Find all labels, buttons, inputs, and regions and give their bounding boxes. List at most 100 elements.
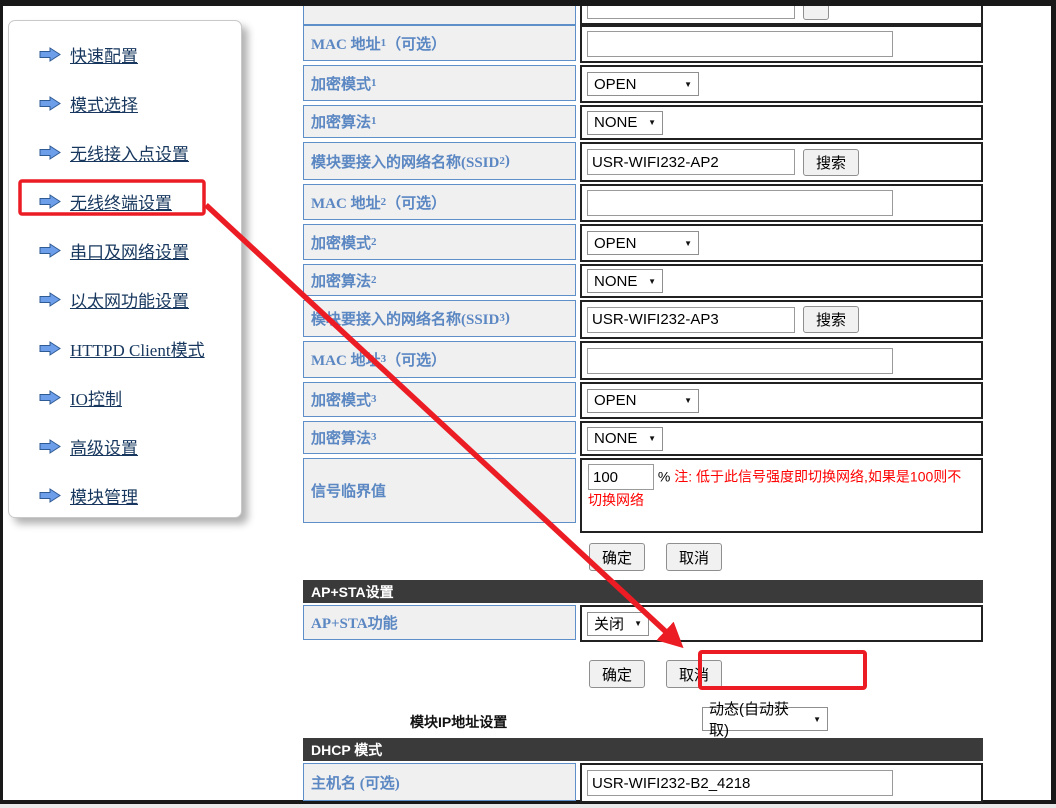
ip-mode-select[interactable]: 动态(自动获取) ▼ [702,707,828,731]
mac1-input[interactable] [587,31,893,57]
field-value-cell [580,25,983,63]
arrow-right-icon [39,341,61,356]
encryption-algo3-select[interactable]: NONE ▼ [587,427,663,451]
ssid1-input[interactable] [587,6,795,19]
hostname-input[interactable] [587,770,893,796]
sidebar-item-label: 以太网功能设置 [70,287,189,312]
search-button[interactable]: 搜索 [803,306,859,333]
chevron-down-icon: ▼ [648,277,656,286]
label-text: 加密模式 [311,73,371,94]
sidebar-menu: 快速配置 模式选择 无线接入点设置 无线终端设置 串口及网络设置 以太网功能设置 [9,21,241,520]
table-row: 加密算法1 NONE ▼ [303,105,983,140]
ip-mode-row: 模块IP地址设置 动态(自动获取) ▼ [303,704,983,736]
arrow-right-icon [39,390,61,405]
label-subscript: 2 [371,237,377,248]
field-label: 加密模式2 [303,224,576,260]
select-value: NONE [594,273,637,290]
encryption-mode2-select[interactable]: OPEN ▼ [587,231,699,255]
select-value: OPEN [594,76,637,93]
ssid3-input[interactable] [587,307,795,333]
cancel-button[interactable]: 取消 [666,543,722,571]
window-border-right [1051,0,1056,804]
main-content: MAC 地址1（可选） 加密模式1 OPEN ▼ 加密算法1 NONE ▼ [303,6,983,808]
field-label: 加密模式1 [303,65,576,101]
label-subscript: 3 [371,394,377,405]
sidebar-item-quick-config[interactable]: 快速配置 [39,30,241,79]
sidebar-item-httpd-client[interactable]: HTTPD Client模式 [39,324,241,373]
field-value-cell: NONE ▼ [580,264,983,298]
label-suffix: ) [505,310,510,327]
apsta-function-select[interactable]: 关闭 ▼ [587,612,649,636]
label-text: MAC 地址 [311,33,381,54]
label-suffix: （可选） [386,192,446,213]
field-value-cell: NONE ▼ [580,421,983,456]
arrow-right-icon [39,145,61,160]
encryption-mode1-select[interactable]: OPEN ▼ [587,72,699,96]
table-row: MAC 地址1（可选） [303,25,983,63]
table-row: 加密模式3 OPEN ▼ [303,382,983,419]
select-value: OPEN [594,392,637,409]
mac3-input[interactable] [587,348,893,374]
ssid2-input[interactable] [587,149,795,175]
signal-threshold-input[interactable] [588,464,654,490]
encryption-algo2-select[interactable]: NONE ▼ [587,269,663,293]
sidebar-item-io-control[interactable]: IO控制 [39,373,241,422]
clipped-row [303,6,983,25]
label-text: 加密算法 [311,111,371,132]
arrow-right-icon [39,439,61,454]
sidebar-item-sta-settings[interactable]: 无线终端设置 [39,177,241,226]
mac2-input[interactable] [587,190,893,216]
label-text: 加密模式 [311,232,371,253]
field-label: 加密算法2 [303,264,576,296]
sidebar-item-label: 串口及网络设置 [70,238,189,263]
chevron-down-icon: ▼ [813,715,821,724]
field-value-cell: NONE ▼ [580,105,983,140]
dhcp-section-header: DHCP 模式 [303,738,983,761]
sidebar-item-module-management[interactable]: 模块管理 [39,471,241,520]
field-value-cell: OPEN ▼ [580,65,983,103]
sidebar-item-ethernet[interactable]: 以太网功能设置 [39,275,241,324]
label-suffix: （可选） [386,349,446,370]
table-row: MAC 地址3（可选） [303,341,983,380]
search-button[interactable] [803,6,829,20]
sidebar-item-uart-network[interactable]: 串口及网络设置 [39,226,241,275]
table-row: 信号临界值 % 注: 低于此信号强度即切换网络,如果是100则不切换网络 [303,458,983,533]
sidebar-item-label: 无线接入点设置 [70,140,189,165]
unit-label: % [658,469,670,485]
sidebar-item-label: 模式选择 [70,91,138,116]
sidebar-item-advanced[interactable]: 高级设置 [39,422,241,471]
label-text: 加密算法 [311,270,371,291]
ok-button[interactable]: 确定 [589,543,645,571]
field-label: MAC 地址1（可选） [303,25,576,61]
arrow-right-icon [39,292,61,307]
arrow-right-icon [39,194,61,209]
chevron-down-icon: ▼ [684,396,692,405]
sidebar-item-label: 高级设置 [70,434,138,459]
ok-button[interactable]: 确定 [589,660,645,688]
sidebar-item-label: 无线终端设置 [70,189,172,214]
label-text: 加密算法 [311,427,371,448]
table-row: 模块要接入的网络名称(SSID2) 搜索 [303,142,983,182]
sidebar-item-mode-select[interactable]: 模式选择 [39,79,241,128]
field-value-cell [580,184,983,222]
search-button[interactable]: 搜索 [803,149,859,176]
button-row: 确定 取消 [303,543,983,571]
sidebar: 快速配置 模式选择 无线接入点设置 无线终端设置 串口及网络设置 以太网功能设置 [8,20,242,518]
select-value: NONE [594,430,637,447]
table-row: 加密算法2 NONE ▼ [303,264,983,298]
field-value-cell: 关闭 ▼ [580,605,983,642]
label-text: 模块要接入的网络名称(SSID [311,151,499,172]
encryption-mode3-select[interactable]: OPEN ▼ [587,389,699,413]
field-label [303,6,576,25]
sidebar-item-label: IO控制 [70,385,122,410]
label-text: MAC 地址 [311,192,381,213]
ip-mode-label: 模块IP地址设置 [410,712,507,732]
cancel-button[interactable]: 取消 [666,660,722,688]
label-text: 信号临界值 [311,480,386,501]
table-row: 加密算法3 NONE ▼ [303,421,983,456]
sidebar-item-ap-settings[interactable]: 无线接入点设置 [39,128,241,177]
field-value-cell: 搜索 [580,300,983,339]
encryption-algo1-select[interactable]: NONE ▼ [587,111,663,135]
chevron-down-icon: ▼ [634,619,642,628]
table-row: AP+STA功能 关闭 ▼ [303,605,983,642]
